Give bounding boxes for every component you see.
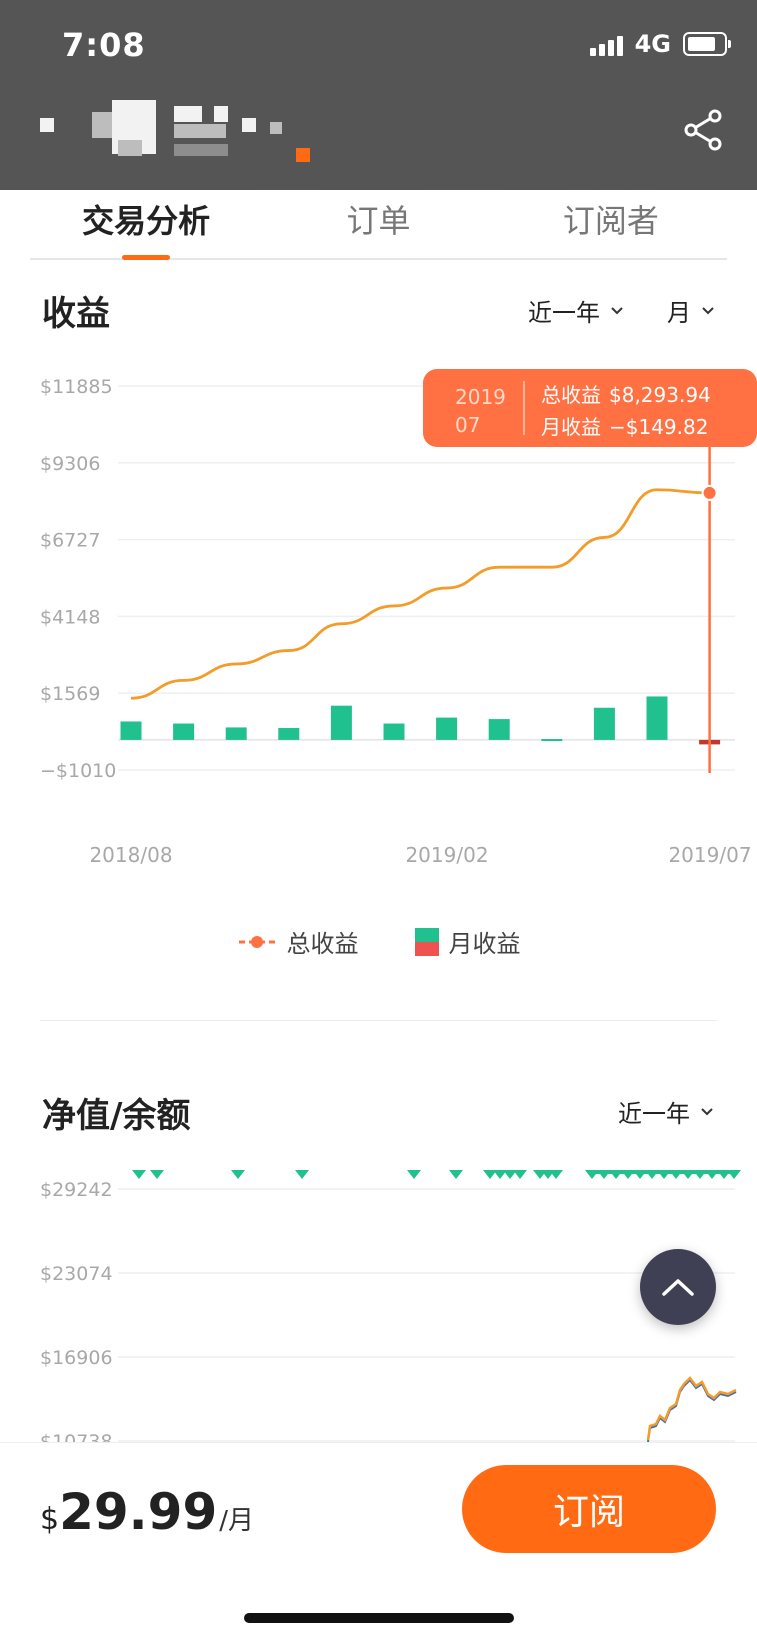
y-tick-label: $9306 (40, 453, 100, 475)
status-icons: 4G (589, 30, 731, 58)
networth-title: 净值/余额 (42, 1096, 191, 1136)
y-tick-label: $11885 (40, 376, 113, 398)
subscribe-button[interactable]: 订阅 (462, 1465, 716, 1553)
bar-2018/12 (330, 705, 352, 740)
bar-2018/11 (278, 728, 300, 740)
highlight-point (701, 484, 718, 501)
range-dropdown[interactable]: 近一年 (528, 293, 624, 328)
chevron-down-icon (701, 1107, 713, 1115)
legend-total[interactable]: 总收益 (237, 924, 359, 959)
bar-2019/01 (383, 723, 405, 740)
bar-2019/04 (541, 739, 563, 742)
tab-bar: 交易分析 订单 订阅者 (30, 188, 727, 260)
price-unit: /月 (219, 1506, 255, 1536)
trade-marker (513, 1170, 527, 1179)
trade-marker-cluster (590, 1170, 738, 1174)
tooltip-total-value: $8,293.94 (609, 383, 711, 407)
total-profit-line (130, 488, 710, 700)
trade-marker (132, 1170, 146, 1179)
legend-monthly-label: 月收益 (448, 930, 521, 958)
y-tick-label: $29242 (40, 1179, 113, 1201)
bar-2018/08 (120, 721, 142, 740)
tooltip-total-label: 总收益 (541, 383, 601, 407)
y-tick-label: $10738 (40, 1431, 113, 1442)
chart-tooltip: 2019 07 总收益 $8,293.94 月收益 −$149.82 (423, 369, 757, 447)
networth-range-label: 近一年 (618, 1100, 690, 1128)
bar-2018/10 (225, 727, 247, 740)
tooltip-values: 总收益 $8,293.94 月收益 −$149.82 (541, 379, 711, 443)
networth-range-dropdown[interactable]: 近一年 (618, 1094, 714, 1129)
tooltip-year: 2019 (455, 385, 506, 409)
price-currency: $ (40, 1502, 60, 1537)
y-tick-label: $1569 (40, 683, 100, 705)
tooltip-period: 2019 07 (455, 383, 506, 439)
tab-subscribers[interactable]: 订阅者 (495, 188, 727, 258)
bar-2019/05 (593, 707, 615, 740)
trade-marker (231, 1170, 245, 1179)
chevron-down-icon (611, 306, 623, 314)
share-icon[interactable] (681, 108, 725, 152)
y-tick-label: $4148 (40, 606, 100, 628)
battery-icon (683, 32, 731, 56)
x-tick-label: 2018/08 (89, 843, 172, 867)
trade-marker (407, 1170, 421, 1179)
tooltip-monthly-value: −$149.82 (609, 415, 709, 439)
x-tick-label: 2019/07 (668, 843, 751, 867)
legend-monthly[interactable]: 月收益 (414, 924, 521, 959)
profit-title: 收益 (42, 294, 110, 334)
signal-icon (589, 32, 623, 56)
line-marker-icon (238, 935, 275, 948)
price-amount: 29.99 (59, 1483, 218, 1541)
trade-marker (150, 1170, 164, 1179)
tooltip-separator (523, 381, 525, 435)
price: $ 29.99 /月 (40, 1483, 254, 1541)
section-divider (40, 1020, 717, 1021)
chevron-down-icon (702, 306, 714, 314)
range-label: 近一年 (528, 299, 600, 327)
period-dropdown[interactable]: 月 (667, 293, 715, 328)
chart-legend: 总收益 月收益 (0, 924, 757, 959)
y-tick-label: $23074 (40, 1263, 113, 1285)
tooltip-monthly-label: 月收益 (541, 415, 601, 439)
header: 7:08 4G (0, 0, 757, 190)
status-time: 7:08 (62, 26, 146, 64)
legend-total-label: 总收益 (286, 930, 359, 958)
bottom-bar: $ 29.99 /月 订阅 (0, 1442, 757, 1641)
bar-2019/03 (488, 719, 510, 740)
home-indicator (244, 1613, 514, 1623)
x-tick-label: 2019/02 (405, 843, 488, 867)
tab-orders[interactable]: 订单 (262, 188, 494, 258)
balance-line (647, 1378, 737, 1442)
tooltip-month: 07 (455, 413, 481, 437)
bar-2018/09 (173, 723, 195, 740)
bar-2019/06 (646, 696, 668, 740)
period-label: 月 (667, 299, 691, 327)
y-tick-label: −$1010 (40, 760, 116, 782)
bar-marker-icon (414, 927, 439, 956)
y-tick-label: $16906 (40, 1347, 113, 1369)
chevron-up-icon (662, 1279, 694, 1296)
tab-trade-analysis[interactable]: 交易分析 (30, 188, 262, 258)
networth-line (646, 1376, 737, 1441)
scroll-top-button[interactable] (640, 1249, 716, 1325)
network-type: 4G (634, 30, 671, 58)
bar-2019/02 (436, 717, 458, 740)
y-tick-label: $6727 (40, 530, 100, 552)
trade-marker (295, 1170, 309, 1179)
trade-marker (449, 1170, 463, 1179)
